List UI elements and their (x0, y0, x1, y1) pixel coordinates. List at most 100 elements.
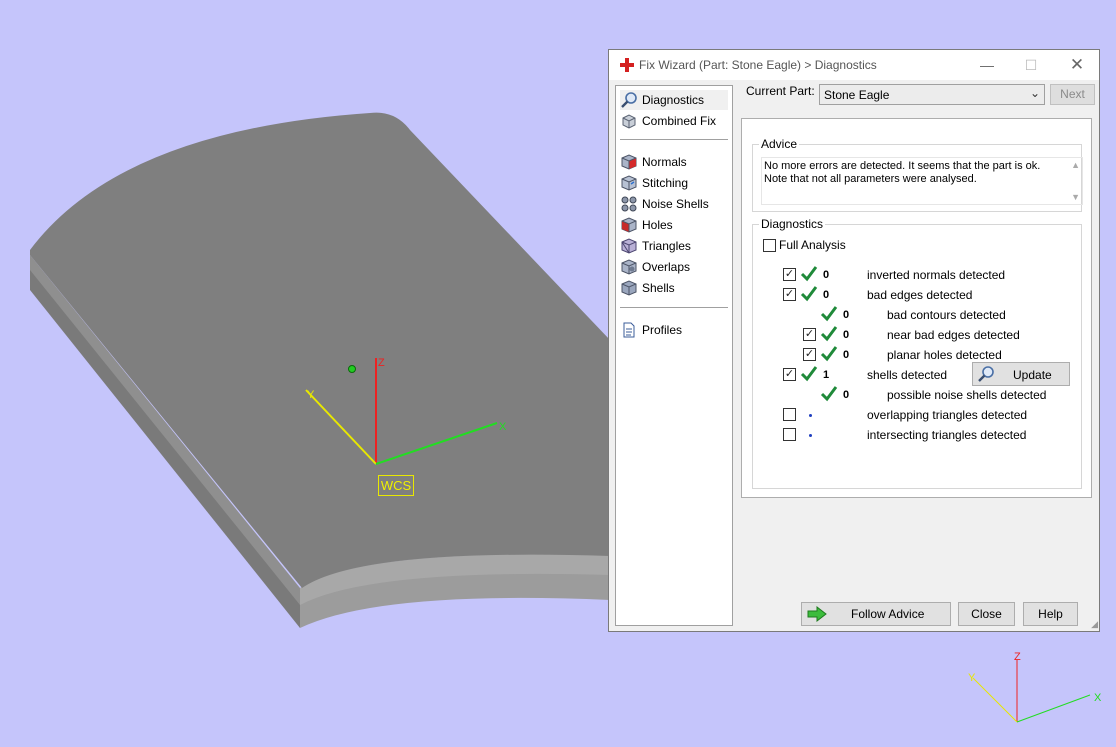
bad-edges-label: bad edges detected (867, 288, 973, 302)
z-axis-label: Z (378, 357, 385, 369)
scroll-down-icon[interactable]: ▼ (1071, 192, 1080, 202)
advice-group-title: Advice (759, 137, 800, 151)
nav-item-noise-shells[interactable]: Noise Shells (620, 194, 728, 214)
arrow-right-icon (807, 605, 827, 623)
check-icon (820, 326, 838, 342)
bad-contours-label: bad contours detected (887, 308, 1006, 322)
advice-text: No more errors are detected. It seems th… (764, 160, 1041, 185)
nav-item-label: Profiles (642, 323, 683, 337)
current-part-label: Current Part: (746, 84, 815, 98)
inverted-normals-label: inverted normals detected (867, 268, 1006, 282)
nav-item-shells[interactable]: Shells (620, 278, 728, 298)
full-analysis-checkbox[interactable] (763, 239, 776, 252)
document-icon (623, 322, 635, 338)
near-bad-edges-checkbox[interactable]: ✓ (803, 328, 816, 341)
stitching-cube-icon (621, 175, 637, 191)
overlaps-cube-icon (621, 259, 637, 275)
nav-item-label: Stitching (642, 176, 689, 190)
nav-item-triangles[interactable]: Triangles (620, 236, 728, 256)
follow-advice-button[interactable]: Follow Advice (801, 602, 951, 626)
fix-wizard-dialog: Fix Wizard (Part: Stone Eagle) > Diagnos… (608, 49, 1100, 632)
wcs-label: WCS (378, 475, 414, 496)
normals-cube-icon (621, 154, 637, 170)
part-top-face (30, 112, 610, 588)
nav-item-label: Diagnostics (642, 93, 705, 107)
planar-holes-label: planar holes detected (887, 348, 1002, 362)
minimize-button[interactable]: — (965, 50, 1009, 80)
nav-item-holes[interactable]: Holes (620, 215, 728, 235)
pivot-point (348, 365, 356, 373)
nav-item-label: Combined Fix (642, 114, 717, 128)
nav-item-label: Overlaps (642, 260, 691, 274)
check-icon (820, 306, 838, 322)
nav-item-overlaps[interactable]: Overlaps (620, 257, 728, 277)
update-button-label: Update (1013, 368, 1052, 382)
bad-contours-count: 0 (843, 309, 850, 321)
inverted-normals-checkbox[interactable]: ✓ (783, 268, 796, 281)
magnifier-icon (978, 366, 994, 382)
shells-cube-icon (621, 280, 637, 296)
overlapping-triangles-checkbox[interactable] (783, 408, 796, 421)
current-part-value: Stone Eagle (824, 88, 890, 102)
pending-dot-icon (809, 434, 812, 437)
maximize-button[interactable]: ☐ (1009, 50, 1053, 80)
nav-item-label: Holes (642, 218, 673, 232)
nav-item-normals[interactable]: Normals (620, 152, 728, 172)
diagnostics-group: Diagnostics Full Analysis ✓ 0 inverted n… (752, 217, 1082, 489)
nav-item-combined-fix[interactable]: Combined Fix (620, 111, 728, 131)
mini-y-axis-line (972, 677, 1018, 723)
dialog-titlebar[interactable]: Fix Wizard (Part: Stone Eagle) > Diagnos… (609, 50, 1099, 80)
bad-edges-count: 0 (823, 289, 830, 301)
magnifier-icon (621, 92, 637, 108)
shells-checkbox[interactable]: ✓ (783, 368, 796, 381)
check-icon (800, 266, 818, 282)
nav-item-label: Noise Shells (642, 197, 709, 211)
mini-z-axis-label: Z (1014, 651, 1021, 663)
current-part-select[interactable]: Stone Eagle ⌄ (819, 84, 1045, 105)
resize-grip-icon[interactable]: ◢ (1091, 619, 1098, 630)
close-window-button[interactable]: ✕ (1055, 50, 1099, 80)
bad-edges-checkbox[interactable]: ✓ (783, 288, 796, 301)
mini-x-axis-label: X (1094, 692, 1102, 704)
overlapping-triangles-label: overlapping triangles detected (867, 408, 1028, 422)
mini-x-axis-line (1016, 694, 1091, 723)
x-axis-label: X (499, 421, 507, 433)
nav-item-profiles[interactable]: Profiles (620, 320, 728, 340)
advice-group: Advice No more errors are detected. It s… (752, 137, 1083, 212)
nav-item-label: Shells (642, 281, 675, 295)
diagnostics-page: Advice No more errors are detected. It s… (741, 118, 1092, 498)
close-button[interactable]: Close (958, 602, 1015, 626)
help-button[interactable]: Help (1023, 602, 1078, 626)
noise-shells-icon (621, 196, 637, 212)
scroll-up-icon[interactable]: ▲ (1071, 160, 1080, 170)
red-cross-icon (620, 58, 634, 72)
noise-shells-label: possible noise shells detected (887, 388, 1047, 402)
follow-advice-label: Follow Advice (851, 607, 925, 621)
intersecting-triangles-label: intersecting triangles detected (867, 428, 1027, 442)
intersecting-triangles-checkbox[interactable] (783, 428, 796, 441)
full-analysis-label: Full Analysis (779, 238, 846, 252)
next-button[interactable]: Next (1050, 84, 1095, 105)
update-button[interactable]: Update (972, 362, 1070, 386)
check-icon (800, 286, 818, 302)
advice-textbox[interactable]: No more errors are detected. It seems th… (761, 157, 1083, 205)
shells-count: 1 (823, 369, 830, 381)
nav-separator (620, 307, 728, 308)
pending-dot-icon (809, 414, 812, 417)
near-bad-edges-label: near bad edges detected (887, 328, 1020, 342)
inverted-normals-count: 0 (823, 269, 830, 281)
check-icon (820, 386, 838, 402)
nav-item-stitching[interactable]: Stitching (620, 173, 728, 193)
planar-holes-checkbox[interactable]: ✓ (803, 348, 816, 361)
nav-item-label: Normals (642, 155, 687, 169)
y-axis-label: Y (307, 389, 315, 401)
check-icon (800, 366, 818, 382)
noise-shells-count: 0 (843, 389, 850, 401)
check-icon (820, 346, 838, 362)
nav-separator (620, 139, 728, 140)
cube-stack-icon (622, 114, 636, 129)
diagnostics-group-title: Diagnostics (759, 217, 826, 231)
dialog-title: Fix Wizard (Part: Stone Eagle) > Diagnos… (639, 58, 877, 72)
nav-item-diagnostics[interactable]: Diagnostics (620, 90, 728, 110)
mini-y-axis-label: Y (968, 672, 976, 684)
